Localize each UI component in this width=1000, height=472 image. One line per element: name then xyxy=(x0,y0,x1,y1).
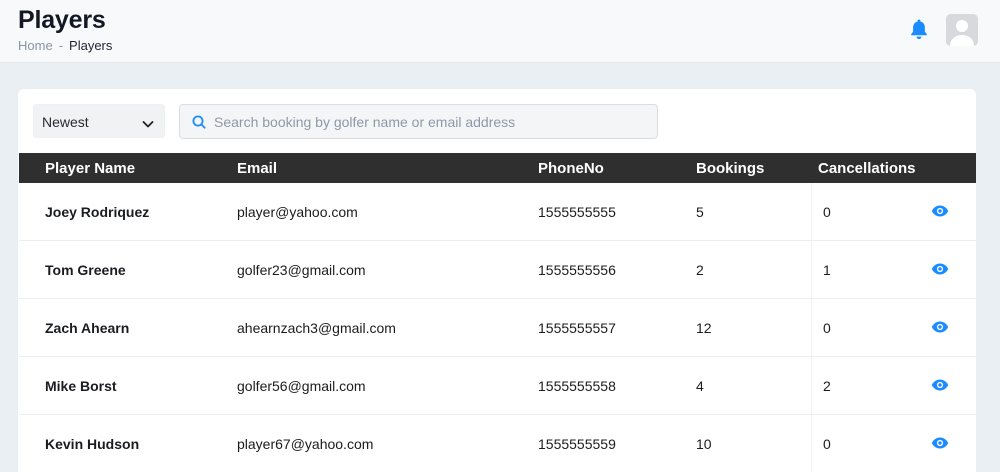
avatar[interactable] xyxy=(946,14,978,46)
cancellations-cell: 0 xyxy=(823,436,831,452)
table-row[interactable]: Tom Greene golfer23@gmail.com 1555555556… xyxy=(19,241,976,299)
phone-cell: 1555555556 xyxy=(538,262,616,278)
phone-cell: 1555555559 xyxy=(538,436,616,452)
email-cell: ahearnzach3@gmail.com xyxy=(237,320,396,336)
table-row[interactable]: Joey Rodriquez player@yahoo.com 15555555… xyxy=(19,183,976,241)
column-header-email[interactable]: Email xyxy=(237,160,277,177)
bookings-cell: 5 xyxy=(696,204,704,220)
column-divider xyxy=(811,357,812,415)
column-header-player-name[interactable]: Player Name xyxy=(45,160,135,177)
phone-cell: 1555555558 xyxy=(538,378,616,394)
eye-icon[interactable] xyxy=(931,262,949,276)
phone-cell: 1555555557 xyxy=(538,320,616,336)
email-cell: player@yahoo.com xyxy=(237,204,358,220)
chevron-down-icon xyxy=(142,116,154,128)
search-box[interactable] xyxy=(179,104,658,139)
email-cell: golfer56@gmail.com xyxy=(237,378,366,394)
cancellations-cell: 2 xyxy=(823,378,831,394)
player-name-cell: Kevin Hudson xyxy=(45,436,140,452)
breadcrumb-current: Players xyxy=(69,38,113,53)
breadcrumb-separator: - xyxy=(58,38,64,53)
eye-icon[interactable] xyxy=(931,320,949,334)
breadcrumb-home-link[interactable]: Home xyxy=(18,38,53,53)
cancellations-cell: 0 xyxy=(823,320,831,336)
table-row[interactable]: Mike Borst golfer56@gmail.com 1555555558… xyxy=(19,357,976,415)
sort-selected-value: Newest xyxy=(42,114,89,130)
page-title: Players xyxy=(18,6,106,34)
bookings-cell: 2 xyxy=(696,262,704,278)
cancellations-cell: 0 xyxy=(823,204,831,220)
search-icon xyxy=(192,115,206,129)
column-header-phone[interactable]: PhoneNo xyxy=(538,160,604,177)
table-header: Player Name Email PhoneNo Bookings Cance… xyxy=(19,153,976,183)
bell-icon[interactable] xyxy=(909,18,929,40)
players-card: Newest Player Name Email PhoneNo Booking… xyxy=(18,89,976,472)
email-cell: golfer23@gmail.com xyxy=(237,262,366,278)
column-divider xyxy=(811,183,812,241)
sort-select[interactable]: Newest xyxy=(33,104,165,138)
table-row[interactable]: Kevin Hudson player67@yahoo.com 15555555… xyxy=(19,415,976,472)
breadcrumb: Home - Players xyxy=(18,38,112,53)
eye-icon[interactable] xyxy=(931,204,949,218)
top-header: Players Home - Players xyxy=(0,0,1000,63)
bookings-cell: 4 xyxy=(696,378,704,394)
player-name-cell: Zach Ahearn xyxy=(45,320,130,336)
phone-cell: 1555555555 xyxy=(538,204,616,220)
column-header-bookings[interactable]: Bookings xyxy=(696,160,764,177)
search-input[interactable] xyxy=(214,105,644,138)
player-name-cell: Joey Rodriquez xyxy=(45,204,150,220)
bookings-cell: 10 xyxy=(696,436,712,452)
eye-icon[interactable] xyxy=(931,378,949,392)
email-cell: player67@yahoo.com xyxy=(237,436,374,452)
bookings-cell: 12 xyxy=(696,320,712,336)
player-name-cell: Tom Greene xyxy=(45,262,126,278)
column-divider xyxy=(811,241,812,299)
column-divider xyxy=(811,299,812,357)
column-header-cancellations[interactable]: Cancellations xyxy=(818,160,916,177)
player-name-cell: Mike Borst xyxy=(45,378,117,394)
table-row[interactable]: Zach Ahearn ahearnzach3@gmail.com 155555… xyxy=(19,299,976,357)
cancellations-cell: 1 xyxy=(823,262,831,278)
column-divider xyxy=(811,415,812,472)
eye-icon[interactable] xyxy=(931,436,949,450)
